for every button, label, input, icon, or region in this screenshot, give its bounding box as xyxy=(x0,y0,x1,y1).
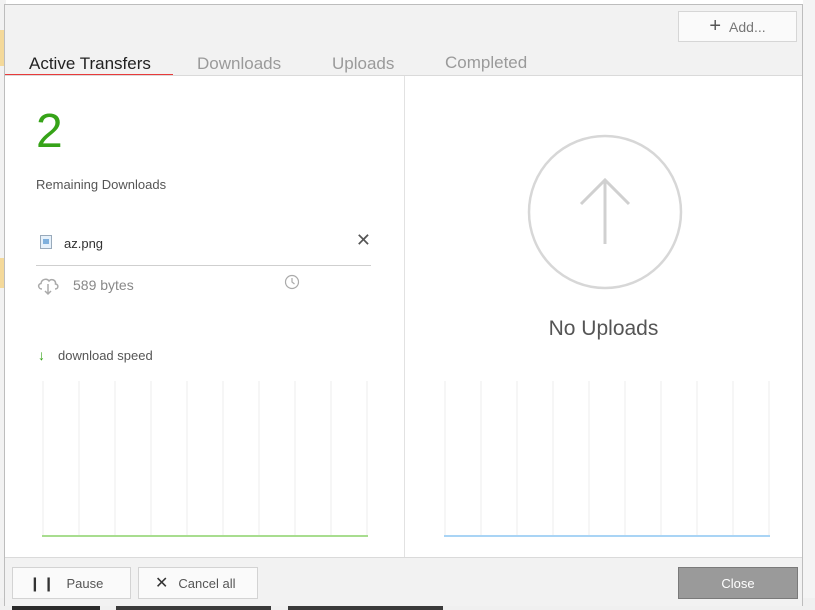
remaining-downloads-count: 2 xyxy=(36,105,63,158)
add-button[interactable]: + Add... xyxy=(678,11,797,42)
cancel-all-button-label: Cancel all xyxy=(178,575,236,591)
close-button[interactable]: Close xyxy=(678,567,798,599)
download-speed-label: download speed xyxy=(58,348,153,363)
download-file-size: 589 bytes xyxy=(73,277,134,293)
arrow-up-icon xyxy=(527,134,683,290)
download-item: az.png ✕ xyxy=(36,231,371,266)
add-button-label: Add... xyxy=(729,18,766,35)
dialog-header: + Add... Active Transfers Downloads Uplo… xyxy=(5,5,802,77)
arrow-down-icon: ↓ xyxy=(38,347,45,363)
dialog-footer: ❙❙ Pause ✕ Cancel all Close xyxy=(5,557,802,606)
clock-icon xyxy=(284,274,300,290)
upload-speed-graph xyxy=(444,381,770,538)
plus-icon: + xyxy=(709,14,722,37)
pause-button-label: Pause xyxy=(66,575,104,591)
cancel-all-button[interactable]: ✕ Cancel all xyxy=(138,567,258,599)
background-app-strip-right xyxy=(803,0,815,610)
download-details: 589 bytes xyxy=(36,274,336,298)
remaining-downloads-label: Remaining Downloads xyxy=(36,177,167,192)
close-icon[interactable]: ✕ xyxy=(356,231,371,249)
download-speed-graph xyxy=(42,381,368,538)
pause-button[interactable]: ❙❙ Pause xyxy=(12,567,131,599)
cloud-download-icon xyxy=(37,278,59,296)
no-uploads-message: No Uploads xyxy=(548,317,659,340)
uploads-panel: No Uploads xyxy=(405,76,802,557)
x-icon: ✕ xyxy=(155,575,169,592)
transfer-content: 2 Remaining Downloads az.png ✕ 589 bytes xyxy=(5,76,802,557)
transfer-manager-dialog: + Add... Active Transfers Downloads Uplo… xyxy=(4,4,803,606)
downloads-panel: 2 Remaining Downloads az.png ✕ 589 bytes xyxy=(5,76,404,557)
image-file-icon xyxy=(40,235,52,249)
pause-icon: ❙❙ xyxy=(29,574,57,591)
download-file-name: az.png xyxy=(64,236,104,251)
